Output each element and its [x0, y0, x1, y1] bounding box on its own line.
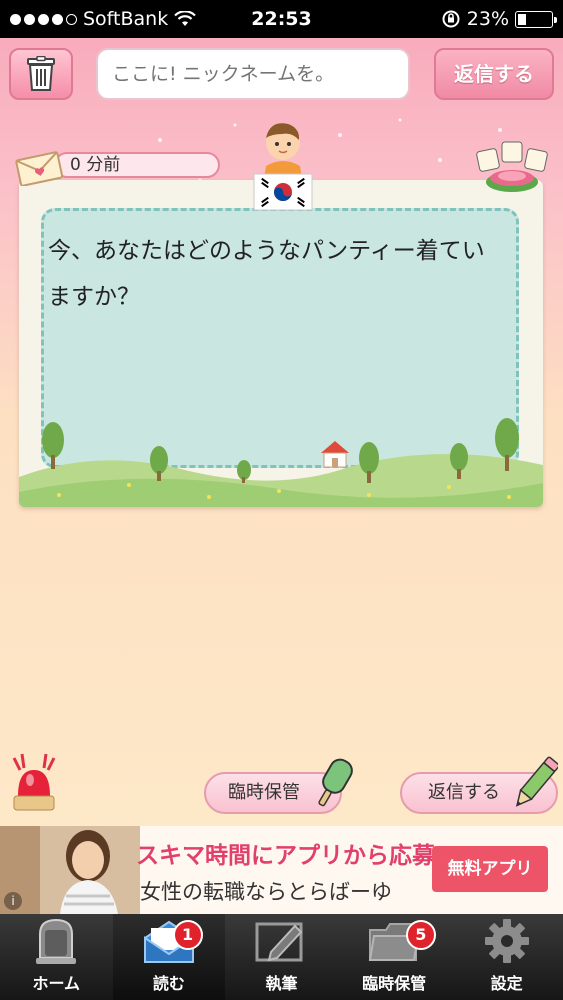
gear-icon — [484, 919, 529, 963]
korea-flag-icon — [253, 173, 313, 211]
trash-icon — [27, 56, 55, 91]
time-ago-label: 0 分前 — [54, 152, 220, 178]
house-icon — [321, 441, 349, 468]
temp-storage-badge: 5 — [405, 920, 436, 950]
tab-settings[interactable]: 設定 — [450, 914, 563, 1000]
battery-icon — [515, 10, 557, 28]
write-icon — [255, 922, 303, 962]
tab-temp-storage[interactable]: 臨時保管 5 — [338, 914, 451, 1000]
ad-cta-button[interactable]: 無料アプリ — [432, 846, 548, 892]
message-text: 今、あなたはどのようなパンティー着ていますか？ — [48, 238, 485, 310]
trash-button[interactable] — [9, 48, 73, 100]
unread-badge: 1 — [172, 920, 203, 950]
status-right: 23% — [441, 8, 557, 30]
tab-write[interactable]: 執筆 — [225, 914, 338, 1000]
tab-bar: ホーム 読む 1 執筆 臨時保管 5 設定 — [0, 914, 563, 1000]
ad-subline: 女性の転職ならとらばーゆ — [140, 880, 392, 904]
ad-headline: スキマ時間にアプリから応募! — [136, 843, 446, 869]
alarm-report-icon[interactable] — [8, 752, 60, 816]
carrier-name: SoftBank — [83, 8, 169, 30]
ad-banner[interactable]: i スキマ時間にアプリから応募! 女性の転職ならとらばーゆ 無料アプリ — [0, 826, 563, 914]
tab-label: 執筆 — [265, 974, 298, 993]
reply-top-button[interactable]: 返信する — [434, 48, 554, 100]
signal-strength-icon — [10, 13, 77, 25]
avatar-icon — [253, 123, 313, 211]
status-left: SoftBank — [10, 8, 197, 30]
rotation-lock-icon — [442, 10, 460, 28]
tab-label: 読む — [152, 974, 185, 993]
nickname-input[interactable] — [96, 48, 410, 100]
tab-label: 臨時保管 — [362, 974, 427, 993]
tab-label: 設定 — [490, 974, 523, 993]
pencil-icon — [515, 756, 558, 807]
tab-home[interactable]: ホーム — [0, 914, 113, 1000]
tree-decoration — [42, 418, 519, 483]
mailbox-icon — [36, 918, 77, 964]
ad-info-icon[interactable]: i — [4, 892, 22, 910]
battery-percent: 23% — [466, 8, 509, 30]
translate-icon[interactable] — [472, 138, 556, 196]
tab-label: ホーム — [32, 974, 81, 993]
status-bar: SoftBank 22:53 23% — [0, 0, 563, 38]
envelope-icon — [15, 151, 64, 186]
tab-read[interactable]: 読む 1 — [112, 914, 226, 1000]
popsicle-icon — [318, 758, 353, 807]
wifi-icon — [174, 11, 197, 26]
